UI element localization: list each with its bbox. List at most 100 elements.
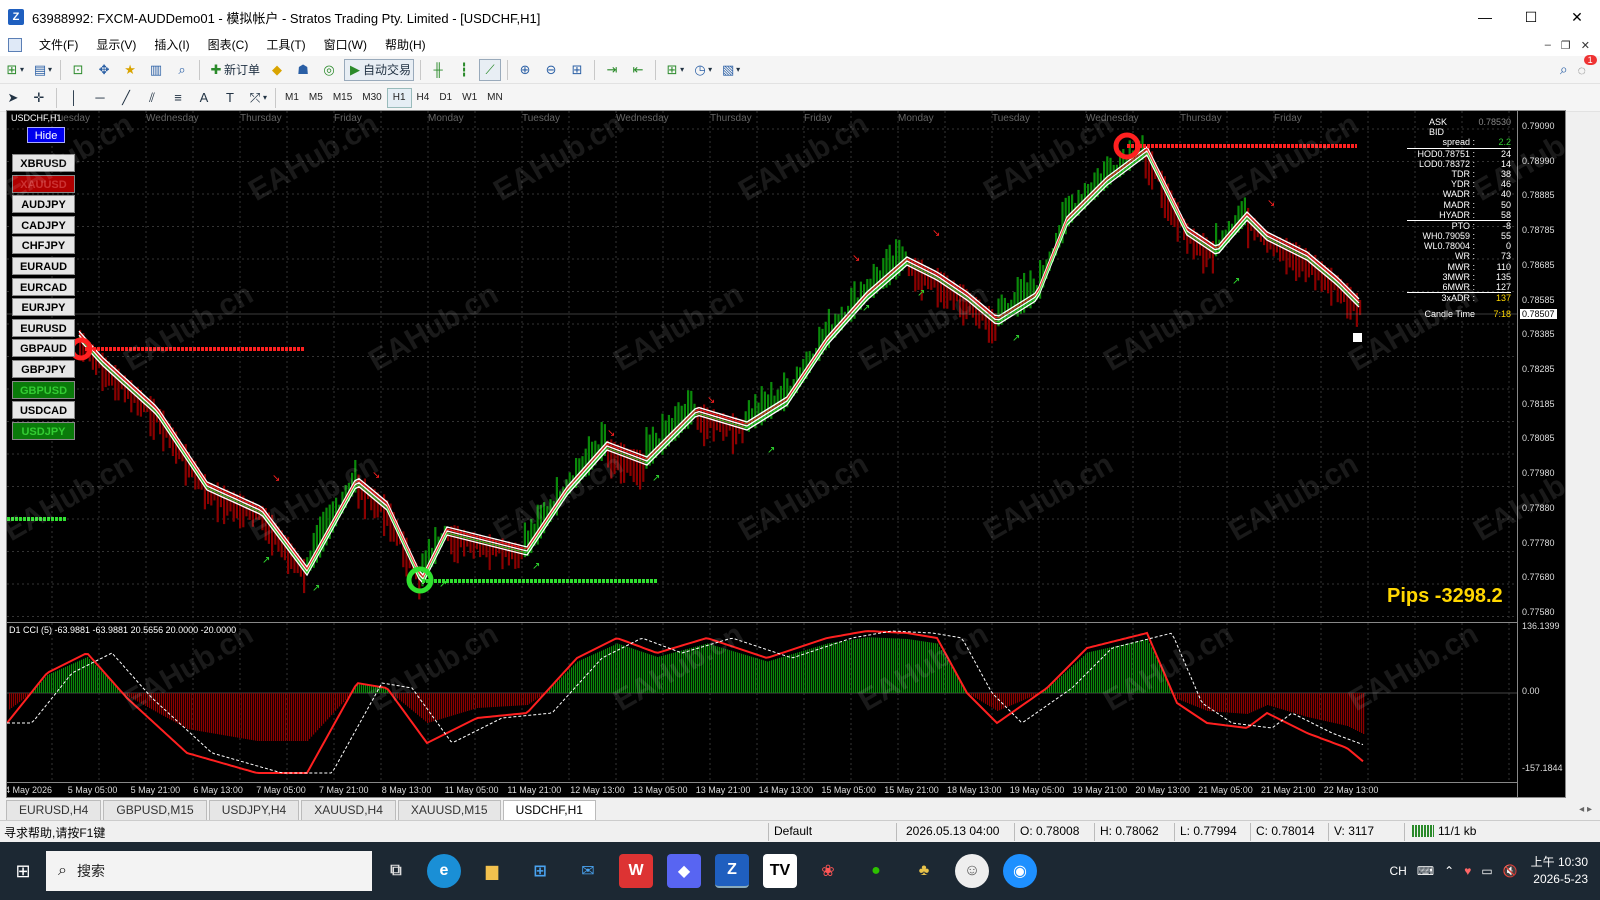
vertical-line-tool[interactable]: │ (63, 87, 85, 109)
timeframe-m30[interactable]: M30 (357, 88, 386, 108)
symbol-button-gbpaud[interactable]: GBPAUD (12, 339, 75, 358)
symbol-button-chfjpy[interactable]: CHFJPY (12, 236, 75, 255)
navigator-button[interactable]: ★ (119, 59, 141, 81)
taskbar-search[interactable]: ⌕ 搜索 (46, 851, 372, 891)
app-flower-icon[interactable]: ❀ (811, 854, 845, 888)
zoom-out-button[interactable]: ⊖ (540, 59, 562, 81)
timeframe-m1[interactable]: M1 (280, 88, 304, 108)
fibonacci-tool[interactable]: ≡ (167, 87, 189, 109)
timeframe-h1[interactable]: H1 (386, 87, 412, 108)
chart-window[interactable]: ↘ ↘ ↘ ↘ ↘ ↘ ↘ ↗ ↗ ↗ ↗ ↗ ↗ ↗ ↗ ↗ ↗ Tuesday Wednesday Thursd… (6, 110, 1566, 798)
avatar-app-icon[interactable]: ☺ (955, 854, 989, 888)
minimize-button[interactable]: — (1462, 0, 1508, 34)
time-axis[interactable]: 4 May 2026 5 May 05:00 5 May 21:00 6 May 13… (7, 782, 1517, 797)
templates-button[interactable]: ▧ ▾ (718, 59, 742, 81)
vps-button[interactable]: ◎ (318, 59, 340, 81)
menu-item-0[interactable]: 文件(F) (30, 34, 87, 56)
notification-bell-icon[interactable]: ◌ 1 (1578, 54, 1597, 78)
menu-item-5[interactable]: 窗口(W) (315, 34, 376, 56)
metaeditor-button[interactable]: ◆ (266, 59, 288, 81)
menu-item-1[interactable]: 显示(V) (87, 34, 145, 56)
timeframe-m5[interactable]: M5 (304, 88, 328, 108)
start-button[interactable]: ⊞ (0, 842, 46, 900)
zoom-in-button[interactable]: ⊕ (514, 59, 536, 81)
symbol-button-euraud[interactable]: EURAUD (12, 257, 75, 275)
keyboard-icon[interactable]: ⌨ (1417, 864, 1434, 878)
text-label-tool[interactable]: T (219, 87, 241, 109)
tab-scroll-arrows[interactable]: ◂ ▸ (1579, 800, 1600, 820)
symbol-button-usdcad[interactable]: USDCAD (12, 401, 75, 420)
terminal-button[interactable]: ▥ (145, 59, 167, 81)
tray-app-icon[interactable]: ♥ (1464, 864, 1471, 878)
app-cube-icon[interactable]: ◆ (667, 854, 701, 888)
wps-icon[interactable]: W (619, 854, 653, 888)
store-icon[interactable]: ⊞ (523, 854, 557, 888)
chart-tab[interactable]: XAUUSD,H4 (301, 800, 396, 820)
text-tool[interactable]: A (193, 87, 215, 109)
doc-close-button[interactable]: ✕ (1581, 39, 1590, 52)
channel-tool[interactable]: ⫽ (141, 87, 163, 109)
menu-item-3[interactable]: 图表(C) (199, 34, 258, 56)
symbol-button-usdjpy[interactable]: USDJPY (12, 421, 75, 440)
volume-muted-icon[interactable]: 🔇 (1503, 864, 1518, 878)
tray-chevron-icon[interactable]: ⌃ (1444, 864, 1454, 878)
timeframe-m15[interactable]: M15 (328, 88, 357, 108)
bar-chart-button[interactable]: ╫ (427, 59, 449, 81)
autoscroll-button[interactable]: ⇥ (601, 59, 623, 81)
task-view-icon[interactable]: ⧉ (379, 854, 413, 888)
profiles-button[interactable]: ▤ ▾ (30, 59, 54, 81)
menu-item-2[interactable]: 插入(I) (145, 34, 198, 56)
line-chart-button[interactable]: ⟋ (479, 58, 502, 81)
app-tool-icon[interactable]: ♣ (907, 854, 941, 888)
signals-button[interactable]: ☗ (292, 59, 314, 81)
periods-button[interactable]: ◷ ▾ (690, 59, 714, 81)
chart-tab[interactable]: XAUUSD,M15 (397, 800, 501, 820)
app-disc-icon[interactable]: ◉ (1003, 854, 1037, 888)
file-explorer-icon[interactable]: ▆ (475, 854, 509, 888)
network-icon[interactable]: ▭ (1481, 864, 1492, 878)
wechat-icon[interactable]: ● (859, 854, 893, 888)
chart-shift-button[interactable]: ⇤ (627, 59, 649, 81)
edge-browser-icon[interactable]: e (427, 854, 461, 888)
horizontal-line-tool[interactable]: ─ (89, 87, 111, 109)
timeframe-h4[interactable]: H4 (412, 88, 435, 108)
data-window-button[interactable]: ✥ (93, 59, 115, 81)
doc-restore-button[interactable]: ❐ (1561, 39, 1571, 52)
timeframe-w1[interactable]: W1 (457, 88, 482, 108)
symbol-button-eurcad[interactable]: EURCAD (12, 277, 75, 296)
tile-windows-button[interactable]: ⊞ (566, 59, 588, 81)
new-chart-button[interactable]: ⊞ ▾ (2, 59, 26, 81)
hide-button[interactable]: Hide (27, 127, 65, 143)
symbol-button-gbpjpy[interactable]: GBPJPY (12, 360, 75, 378)
menu-item-4[interactable]: 工具(T) (257, 34, 314, 56)
auto-trading-button[interactable]: ▶ 自动交易 (344, 58, 415, 81)
system-clock[interactable]: 上午 10:30 2026-5-23 (1531, 854, 1588, 888)
tradingview-icon[interactable]: TV (763, 854, 797, 888)
chart-tab[interactable]: EURUSD,H4 (6, 800, 102, 820)
price-axis[interactable]: 0.79090 0.78990 0.78885 0.78785 0.78685 0.785… (1517, 111, 1565, 797)
candlestick-button[interactable]: ┇ (453, 59, 475, 81)
timeframe-d1[interactable]: D1 (434, 88, 457, 108)
doc-minimize-button[interactable]: – (1545, 39, 1551, 52)
mail-icon[interactable]: ✉ (571, 854, 605, 888)
timeframe-mn[interactable]: MN (482, 88, 508, 108)
symbol-button-gbpusd[interactable]: GBPUSD (12, 380, 75, 399)
new-order-button[interactable]: ✚ 新订单 (206, 59, 262, 81)
crosshair-tool[interactable]: ✛ (28, 87, 50, 109)
symbol-button-eurjpy[interactable]: EURJPY (12, 298, 75, 317)
strategy-tester-button[interactable]: ⌕ (171, 59, 193, 81)
symbol-button-eurusd[interactable]: EURUSD (12, 318, 75, 337)
chart-tab[interactable]: USDJPY,H4 (208, 800, 300, 820)
menu-item-6[interactable]: 帮助(H) (376, 34, 435, 56)
close-button[interactable]: ✕ (1554, 0, 1600, 34)
search-icon[interactable]: ⌕ (1560, 61, 1568, 78)
ime-indicator[interactable]: CH (1389, 864, 1406, 878)
trendline-tool[interactable]: ╱ (115, 87, 137, 109)
chart-tab[interactable]: GBPUSD,M15 (103, 800, 207, 820)
maximize-button[interactable]: ☐ (1508, 0, 1554, 34)
chart-tab[interactable]: USDCHF,H1 (502, 800, 596, 820)
market-watch-button[interactable]: ⊡ (67, 59, 89, 81)
cursor-tool[interactable]: ➤ (2, 87, 24, 109)
metatrader-icon[interactable]: Z (715, 854, 749, 888)
arrows-tool[interactable]: ⤱ ▾ (245, 87, 269, 109)
